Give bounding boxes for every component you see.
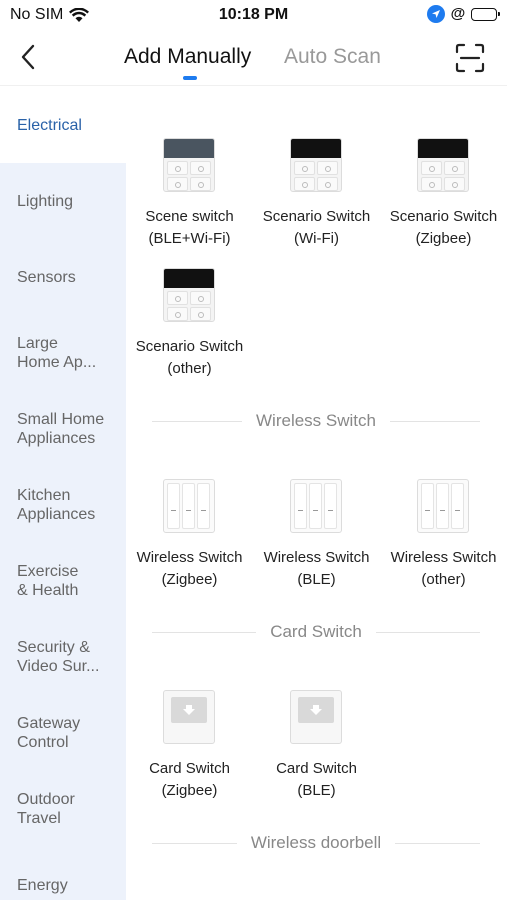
section-header-card-switch: Card Switch: [152, 621, 481, 643]
section-title: Card Switch: [270, 622, 362, 641]
scenario-switch-icon: [162, 268, 217, 326]
device-scenario-switch-wifi[interactable]: Scenario Switch (Wi-Fi): [253, 138, 380, 250]
device-label: Wireless Switch (BLE): [253, 547, 380, 591]
device-wireless-switch-other[interactable]: Wireless Switch (other): [380, 479, 507, 591]
device-card-switch-zigbee[interactable]: Card Switch (Zigbee): [126, 690, 253, 802]
sidebar-item-exercise-health[interactable]: Exercise & Health: [0, 543, 126, 619]
sidebar-item-label: Lighting: [17, 192, 74, 210]
section-title: Wireless doorbell: [250, 833, 382, 852]
device-wireless-switch-ble[interactable]: Wireless Switch (BLE): [253, 479, 380, 591]
status-bar: No SIM 10:18 PM @: [0, 0, 507, 30]
divider: [375, 631, 481, 633]
sidebar-item-kitchen-appliances[interactable]: Kitchen Appliances: [0, 467, 126, 543]
status-left: No SIM: [10, 6, 90, 24]
sidebar-item-label: Small Home Appliances: [17, 411, 105, 447]
sidebar-item-outdoor-travel[interactable]: Outdoor Travel: [0, 771, 126, 847]
device-label-line2: (other): [421, 571, 466, 588]
device-label-line1: Card Switch: [149, 760, 230, 777]
device-label-line2: (other): [167, 360, 212, 377]
device-label: Card Switch (Zigbee): [126, 758, 253, 802]
sidebar-item-label: Sensors: [17, 268, 76, 286]
section-title: Wireless Switch: [256, 411, 376, 430]
device-label-line1: Wireless Switch: [136, 549, 243, 566]
device-label-line1: Wireless Switch: [390, 549, 497, 566]
device-label-line2: (Wi-Fi): [294, 230, 339, 247]
sidebar-item-label: Electrical: [17, 116, 82, 134]
screen-lock-icon: @: [450, 5, 466, 22]
divider: [152, 420, 243, 422]
sidebar-item-label: Security & Video Sur...: [17, 639, 100, 675]
device-label-line2: (BLE+Wi-Fi): [148, 230, 231, 247]
scenario-switch-icon: [416, 138, 471, 196]
sidebar-item-security-video[interactable]: Security & Video Sur...: [0, 619, 126, 695]
wifi-icon: [69, 7, 90, 22]
device-label: Scenario Switch (other): [126, 336, 253, 380]
scan-icon: [455, 43, 485, 73]
device-wireless-switch-zigbee[interactable]: Wireless Switch (Zigbee): [126, 479, 253, 591]
sidebar-item-gateway-control[interactable]: Gateway Control: [0, 695, 126, 771]
sidebar-item-label: Gateway Control: [17, 715, 81, 751]
divider: [152, 631, 257, 633]
tab-add-manually[interactable]: Add Manually: [124, 45, 251, 69]
device-label: Scenario Switch (Wi-Fi): [253, 206, 380, 250]
active-tab-indicator: [183, 76, 197, 80]
sidebar-item-label: Exercise & Health: [17, 563, 79, 599]
device-label-line2: (BLE): [297, 782, 336, 799]
device-label: Card Switch (BLE): [253, 758, 380, 802]
device-label: Wireless Switch (Zigbee): [126, 547, 253, 591]
device-card-switch-ble[interactable]: Card Switch (BLE): [253, 690, 380, 802]
scan-button[interactable]: [455, 43, 485, 73]
sidebar-item-energy[interactable]: Energy: [0, 847, 126, 900]
divider: [389, 420, 480, 422]
device-label-line1: Scene switch: [145, 208, 234, 225]
device-label: Wireless Switch (other): [380, 547, 507, 591]
sidebar-item-lighting[interactable]: Lighting: [0, 163, 126, 239]
back-button[interactable]: [14, 42, 42, 72]
card-switch-icon: [289, 690, 344, 748]
location-icon: [427, 5, 445, 23]
wireless-switch-icon: [289, 479, 344, 537]
battery-icon: [471, 7, 500, 21]
scenario-switch-icon: [289, 138, 344, 196]
sidebar-item-label: Outdoor Travel: [17, 791, 75, 827]
card-switch-icon: [162, 690, 217, 748]
carrier-label: No SIM: [10, 6, 64, 23]
sidebar-item-label: Energy: [17, 876, 68, 894]
section-header-wireless-doorbell: Wireless doorbell: [152, 832, 481, 854]
divider: [152, 842, 237, 844]
category-sidebar: Electrical Lighting Sensors Large Home A…: [0, 87, 126, 900]
sidebar-item-electrical[interactable]: Electrical: [0, 87, 126, 163]
tab-auto-scan[interactable]: Auto Scan: [284, 45, 381, 69]
device-label: Scenario Switch (Zigbee): [380, 206, 507, 250]
device-label-line2: (BLE): [297, 571, 336, 588]
wireless-switch-icon: [162, 479, 217, 537]
scene-switch-icon: [162, 138, 217, 196]
section-header-wireless-switch: Wireless Switch: [152, 410, 480, 432]
device-list: Scene switch (BLE+Wi-Fi) Scenario Switch (…: [126, 87, 507, 900]
sidebar-item-sensors[interactable]: Sensors: [0, 239, 126, 315]
nav-bar: Add Manually Auto Scan: [0, 30, 507, 86]
device-label: Scene switch (BLE+Wi-Fi): [126, 206, 253, 250]
status-right: @: [427, 5, 500, 23]
sidebar-item-label: Kitchen Appliances: [17, 487, 96, 523]
sidebar-item-label: Large Home Ap...: [17, 335, 97, 371]
device-label-line1: Wireless Switch: [263, 549, 370, 566]
device-label-line1: Scenario Switch: [262, 208, 371, 225]
sidebar-item-small-home-appliances[interactable]: Small Home Appliances: [0, 391, 126, 467]
device-label-line1: Scenario Switch: [135, 338, 244, 355]
device-scene-switch-ble-wifi[interactable]: Scene switch (BLE+Wi-Fi): [126, 138, 253, 250]
device-label-line2: (Zigbee): [161, 782, 218, 799]
device-scenario-switch-other[interactable]: Scenario Switch (other): [126, 268, 253, 380]
device-label-line2: (Zigbee): [415, 230, 472, 247]
device-label-line1: Card Switch: [276, 760, 357, 777]
device-scenario-switch-zigbee[interactable]: Scenario Switch (Zigbee): [380, 138, 507, 250]
wireless-switch-icon: [416, 479, 471, 537]
divider: [395, 842, 481, 844]
device-label-line1: Scenario Switch: [389, 208, 498, 225]
chevron-left-icon: [21, 44, 35, 70]
sidebar-item-large-home-appliances[interactable]: Large Home Ap...: [0, 315, 126, 391]
device-label-line2: (Zigbee): [161, 571, 218, 588]
